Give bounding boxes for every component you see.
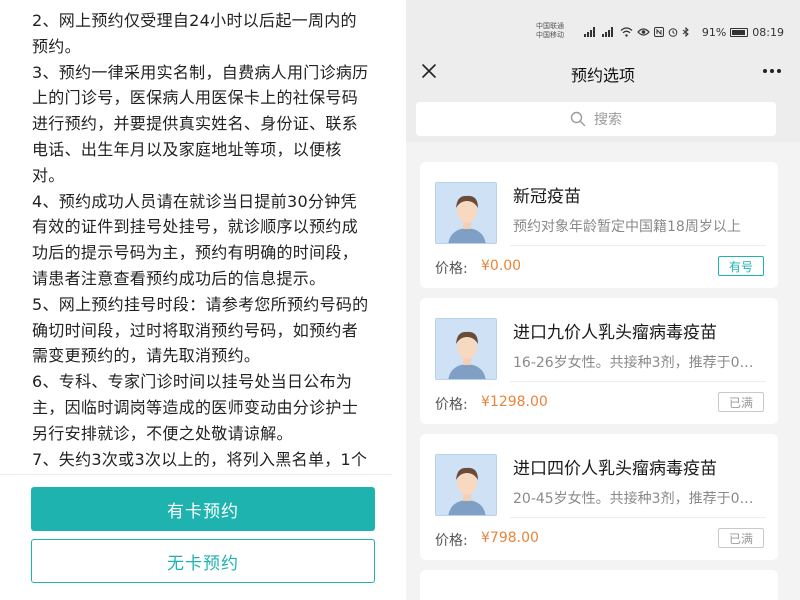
divider: [510, 517, 766, 518]
button-bar: 有卡预约 无卡预约: [0, 474, 392, 600]
phone-screen: 中国联通 中国移动 91% 08:19 预约选项 搜索 新冠疫苗 预约对象年龄暂…: [406, 0, 800, 600]
vaccine-description: 20-45岁女性。共接种3剂，推荐于0、2、6月: [513, 491, 763, 507]
carrier-1: 中国联通: [536, 22, 564, 30]
price-value: ¥0.00: [481, 258, 522, 274]
rule-item: 3、预约一律采用实名制，自费病人用门诊病历上的门诊号，医保病人用医保卡上的社保号…: [32, 62, 369, 185]
page-title: 预约选项: [570, 66, 635, 85]
divider: [510, 245, 766, 246]
rules-text: 2、网上预约仅受理自24小时以后起一周内的预约。 3、预约一律采用实名制，自费病…: [32, 8, 372, 476]
search-input[interactable]: 搜索: [416, 102, 776, 136]
person-icon: [448, 467, 486, 515]
carrier-names: 中国联通 中国移动: [536, 22, 564, 40]
vaccine-title: 新冠疫苗: [513, 187, 581, 207]
vaccine-card[interactable]: [420, 570, 778, 600]
with-card-booking-button[interactable]: 有卡预约: [31, 487, 375, 531]
rules-panel: 2、网上预约仅受理自24小时以后起一周内的预约。 3、预约一律采用实名制，自费病…: [0, 0, 392, 600]
vaccine-card[interactable]: 进口九价人乳头瘤病毒疫苗 16-26岁女性。共接种3剂，推荐于0、2、6月 价格…: [420, 298, 778, 424]
eye-icon: [637, 28, 650, 36]
price-label: 价格:: [435, 533, 468, 549]
search-icon: [570, 111, 586, 127]
bluetooth-icon: [682, 27, 689, 37]
vaccine-title: 进口四价人乳头瘤病毒疫苗: [513, 459, 717, 479]
status-right: 91% 08:19: [702, 26, 784, 39]
price-label: 价格:: [435, 261, 468, 277]
avatar: [435, 454, 497, 516]
person-icon: [448, 195, 486, 243]
availability-badge[interactable]: 有号: [718, 256, 764, 276]
availability-badge[interactable]: 已满: [718, 528, 764, 548]
status-icons: [584, 27, 690, 37]
price-value: ¥798.00: [481, 530, 539, 546]
wifi-icon: [620, 27, 633, 37]
carrier-2: 中国移动: [536, 31, 564, 39]
vaccine-description: 16-26岁女性。共接种3剂，推荐于0、2、6月: [513, 355, 763, 371]
vaccine-title: 进口九价人乳头瘤病毒疫苗: [513, 323, 717, 343]
vaccine-card[interactable]: 进口四价人乳头瘤病毒疫苗 20-45岁女性。共接种3剂，推荐于0、2、6月 价格…: [420, 434, 778, 560]
person-icon: [448, 331, 486, 379]
battery-level: 91%: [701, 26, 727, 39]
signal-icon: [584, 27, 595, 37]
rule-item: 2、网上预约仅受理自24小时以后起一周内的预约。: [32, 11, 357, 56]
rule-item: 7、失约3次或3次以上的，将列入黑名单，1个月内不能进行预约。: [32, 449, 368, 476]
alarm-icon: [668, 28, 678, 37]
status-bar: 中国联通 中国移动 91% 08:19: [406, 0, 800, 46]
rule-item: 6、专科、专家门诊时间以挂号处当日公布为主，因临时调岗等造成的医师变动由分诊护士…: [32, 372, 359, 443]
avatar: [435, 318, 497, 380]
more-icon[interactable]: [758, 58, 786, 84]
vaccine-description: 预约对象年龄暂定中国籍18周岁以上: [513, 219, 741, 235]
without-card-booking-button[interactable]: 无卡预约: [31, 539, 375, 583]
rule-item: 5、网上预约挂号时段：请参考您所预约号码的确切时间段，过时将取消预约号码，如预约…: [32, 294, 369, 366]
price-label: 价格:: [435, 397, 468, 413]
nfc-icon: [654, 27, 664, 37]
panel-gap: [392, 0, 406, 600]
clock: 08:19: [752, 26, 784, 39]
search-bar: 搜索: [406, 98, 800, 142]
signal-icon: [602, 27, 613, 37]
divider: [510, 381, 766, 382]
rule-item: 4、预约成功人员请在就诊当日提前30分钟凭有效的证件到挂号处挂号，就诊顺序以预约…: [32, 191, 359, 288]
availability-badge[interactable]: 已满: [718, 392, 764, 412]
vaccine-card[interactable]: 新冠疫苗 预约对象年龄暂定中国籍18周岁以上 价格: ¥0.00 有号: [420, 162, 778, 288]
price-value: ¥1298.00: [481, 394, 548, 410]
avatar: [435, 182, 497, 244]
nav-bar: 预约选项: [406, 46, 800, 98]
battery-icon: [730, 28, 749, 37]
search-placeholder: 搜索: [594, 112, 622, 128]
